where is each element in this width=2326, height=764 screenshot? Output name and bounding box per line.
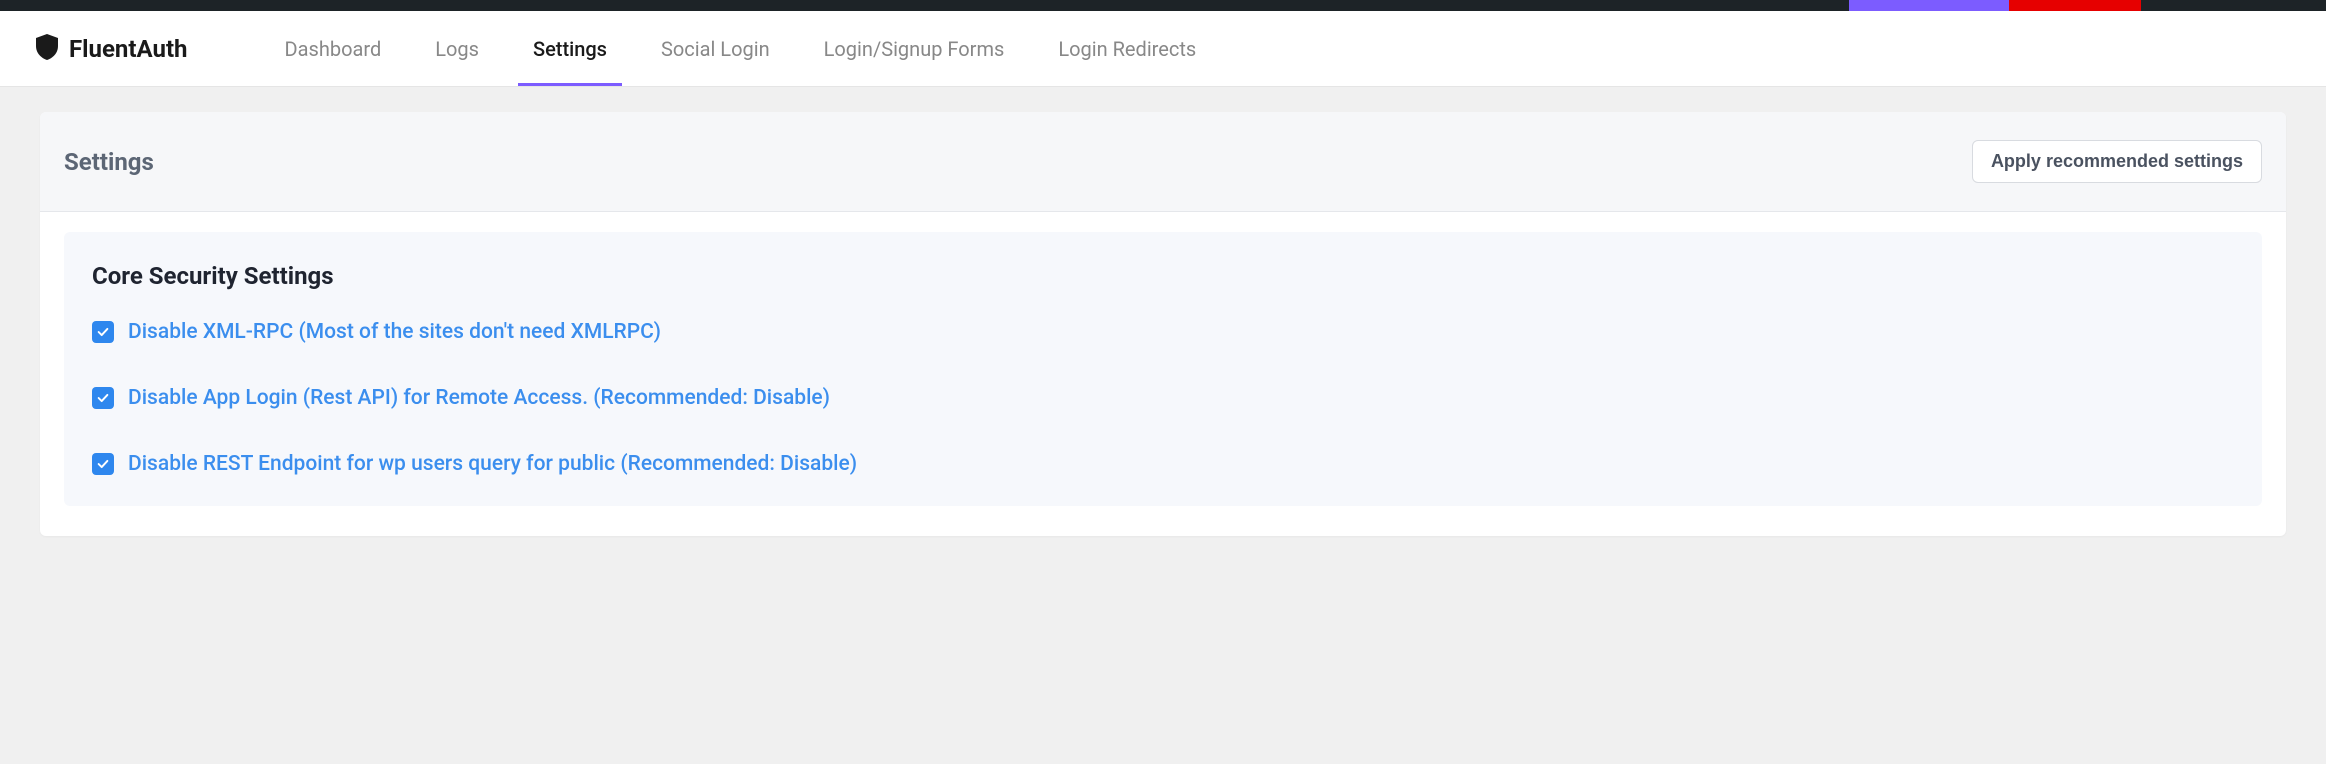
check-icon	[96, 457, 110, 471]
main-nav: Dashboard Logs Settings Social Login Log…	[258, 11, 1224, 86]
nav-settings[interactable]: Settings	[506, 11, 634, 86]
option-row-disable-app-login: Disable App Login (Rest API) for Remote …	[92, 386, 2234, 410]
checkbox-label[interactable]: Disable REST Endpoint for wp users query…	[128, 452, 857, 476]
option-row-disable-rest-endpoint: Disable REST Endpoint for wp users query…	[92, 452, 2234, 476]
apply-recommended-button[interactable]: Apply recommended settings	[1972, 140, 2262, 183]
header: FluentAuth Dashboard Logs Settings Socia…	[0, 11, 2326, 87]
checkbox-label[interactable]: Disable App Login (Rest API) for Remote …	[128, 386, 830, 410]
check-icon	[96, 325, 110, 339]
checkbox-disable-app-login[interactable]	[92, 387, 114, 409]
nav-login-signup-forms[interactable]: Login/Signup Forms	[797, 11, 1032, 86]
section-title: Core Security Settings	[92, 262, 2234, 290]
nav-social-login[interactable]: Social Login	[634, 11, 797, 86]
main-content: Settings Apply recommended settings Core…	[0, 87, 2326, 561]
check-icon	[96, 391, 110, 405]
settings-header: Settings Apply recommended settings	[40, 112, 2286, 212]
nav-logs[interactable]: Logs	[408, 11, 506, 86]
settings-title: Settings	[64, 148, 154, 176]
brand-name: FluentAuth	[69, 35, 188, 63]
nav-dashboard[interactable]: Dashboard	[258, 11, 409, 86]
settings-card: Settings Apply recommended settings Core…	[40, 112, 2286, 536]
checkbox-disable-rest-endpoint[interactable]	[92, 453, 114, 475]
settings-body: Core Security Settings Disable XML-RPC (…	[40, 212, 2286, 536]
checkbox-disable-xmlrpc[interactable]	[92, 321, 114, 343]
brand: FluentAuth	[35, 34, 188, 64]
admin-bar-accent	[1849, 0, 2009, 11]
core-security-section: Core Security Settings Disable XML-RPC (…	[64, 232, 2262, 506]
admin-bar	[0, 0, 2326, 11]
admin-bar-accent	[2009, 0, 2141, 11]
shield-icon	[35, 34, 59, 64]
checkbox-label[interactable]: Disable XML-RPC (Most of the sites don't…	[128, 320, 661, 344]
nav-login-redirects[interactable]: Login Redirects	[1031, 11, 1223, 86]
option-row-disable-xmlrpc: Disable XML-RPC (Most of the sites don't…	[92, 320, 2234, 344]
